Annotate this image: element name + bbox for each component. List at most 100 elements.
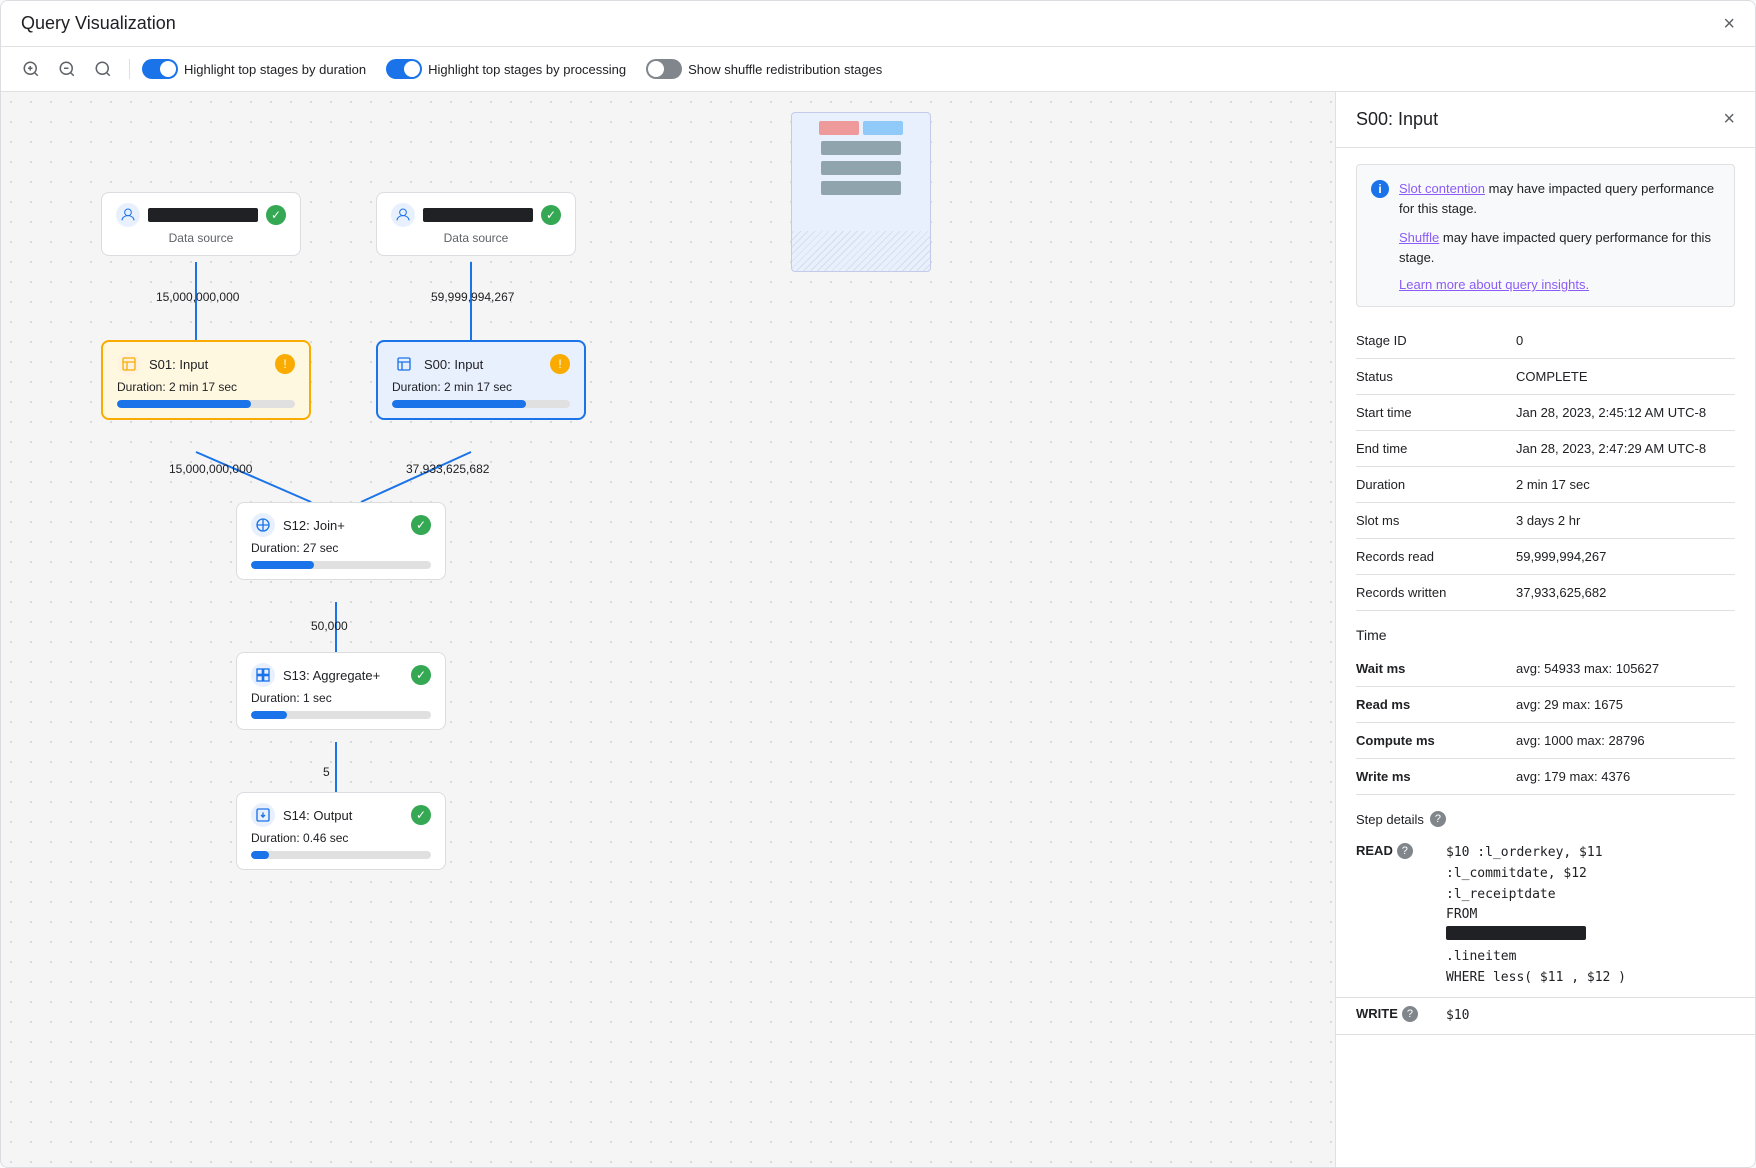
main-content: 15,000,000,000 59,999,994,267 15,000,000… bbox=[1, 92, 1755, 1167]
zoom-in-button[interactable] bbox=[17, 55, 45, 83]
window-title: Query Visualization bbox=[21, 13, 176, 34]
detail-label-duration: Duration bbox=[1356, 477, 1516, 492]
s00-duration: Duration: 2 min 17 sec bbox=[392, 380, 570, 394]
s00-progress-fill bbox=[392, 400, 526, 408]
datasource-2-name bbox=[423, 208, 533, 222]
step-read-help-icon[interactable]: ? bbox=[1397, 843, 1413, 859]
detail-label-status: Status bbox=[1356, 369, 1516, 384]
step-read-text: READ bbox=[1356, 843, 1393, 858]
info-spacer-2 bbox=[1371, 277, 1389, 292]
toggle-processing-label: Highlight top stages by processing bbox=[428, 62, 626, 77]
toggle-shuffle-label: Show shuffle redistribution stages bbox=[688, 62, 882, 77]
panel-close-button[interactable]: × bbox=[1723, 108, 1735, 131]
step-write-help-icon[interactable]: ? bbox=[1402, 1006, 1418, 1022]
s12-status-icon: ✓ bbox=[411, 515, 431, 535]
toggle-shuffle-switch[interactable] bbox=[646, 59, 682, 79]
node-s14-header: S14: Output ✓ bbox=[251, 803, 431, 827]
edge-label-ds1: 15,000,000,000 bbox=[156, 290, 239, 304]
s13-progress-fill bbox=[251, 711, 287, 719]
detail-slot-ms: Slot ms 3 days 2 hr bbox=[1356, 503, 1735, 539]
s12-progress-fill bbox=[251, 561, 314, 569]
detail-value-end: Jan 28, 2023, 2:47:29 AM UTC-8 bbox=[1516, 441, 1735, 456]
datasource-icon-1 bbox=[116, 203, 140, 227]
detail-records-written: Records written 37,933,625,682 bbox=[1356, 575, 1735, 611]
detail-stage-id: Stage ID 0 bbox=[1356, 323, 1735, 359]
s12-duration: Duration: 27 sec bbox=[251, 541, 431, 555]
node-datasource-1[interactable]: ✓ Data source bbox=[101, 192, 301, 256]
datasource-1-label: Data source bbox=[116, 231, 286, 245]
info-spacer bbox=[1371, 228, 1389, 267]
toolbar-divider bbox=[129, 59, 130, 79]
step-details-help-icon[interactable]: ? bbox=[1430, 811, 1446, 827]
s14-duration: Duration: 0.46 sec bbox=[251, 831, 431, 845]
time-section: Wait ms avg: 54933 max: 105627 Read ms a… bbox=[1336, 651, 1755, 795]
detail-value-read: avg: 29 max: 1675 bbox=[1516, 697, 1735, 712]
window-close-button[interactable]: × bbox=[1723, 14, 1735, 34]
info-text-1: Slot contention may have impacted query … bbox=[1399, 179, 1720, 218]
s01-title: S01: Input bbox=[149, 357, 267, 372]
info-row-3: Learn more about query insights. bbox=[1371, 277, 1720, 292]
s13-icon bbox=[251, 663, 275, 687]
info-icon-1: i bbox=[1371, 180, 1389, 198]
s12-icon bbox=[251, 513, 275, 537]
mini-map bbox=[791, 112, 931, 272]
datasource-icon-2 bbox=[391, 203, 415, 227]
s00-status-icon: ! bbox=[550, 354, 570, 374]
toggle-processing[interactable]: ✓ Highlight top stages by processing bbox=[386, 59, 626, 79]
s12-title: S12: Join+ bbox=[283, 518, 403, 533]
shuffle-link[interactable]: Shuffle bbox=[1399, 230, 1439, 245]
s13-title: S13: Aggregate+ bbox=[283, 668, 403, 683]
app-window: Query Visualization × ✓ Highlight top st… bbox=[0, 0, 1756, 1168]
datasource-1-name bbox=[148, 208, 258, 222]
slot-contention-link[interactable]: Slot contention bbox=[1399, 181, 1485, 196]
toggle-shuffle[interactable]: Show shuffle redistribution stages bbox=[646, 59, 882, 79]
s13-status-icon: ✓ bbox=[411, 665, 431, 685]
datasource-2-status-icon: ✓ bbox=[541, 205, 561, 225]
detail-label-records-written: Records written bbox=[1356, 585, 1516, 600]
step-write-row: WRITE ? $10 bbox=[1336, 998, 1755, 1036]
right-panel: S00: Input × i Slot contention may have … bbox=[1335, 92, 1755, 1167]
node-s13-header: S13: Aggregate+ ✓ bbox=[251, 663, 431, 687]
s01-duration: Duration: 2 min 17 sec bbox=[117, 380, 295, 394]
detail-label-write: Write ms bbox=[1356, 769, 1516, 784]
datasource-2-label: Data source bbox=[391, 231, 561, 245]
zoom-out-button[interactable] bbox=[53, 55, 81, 83]
toggle-duration[interactable]: ✓ Highlight top stages by duration bbox=[142, 59, 366, 79]
step-write-text: WRITE bbox=[1356, 1006, 1398, 1021]
s14-icon bbox=[251, 803, 275, 827]
detail-value-slot-ms: 3 days 2 hr bbox=[1516, 513, 1735, 528]
s14-progress-fill bbox=[251, 851, 269, 859]
zoom-reset-button[interactable] bbox=[89, 55, 117, 83]
node-s13[interactable]: S13: Aggregate+ ✓ Duration: 1 sec bbox=[236, 652, 446, 730]
step-read-row: READ ? $10 :l_orderkey, $11:l_commitdate… bbox=[1336, 835, 1755, 998]
s14-progress-bar bbox=[251, 851, 431, 859]
node-datasource-2-header: ✓ bbox=[391, 203, 561, 227]
learn-more-link[interactable]: Learn more about query insights. bbox=[1399, 277, 1589, 292]
edge-label-s01-out: 15,000,000,000 bbox=[169, 462, 252, 476]
toggle-duration-switch[interactable]: ✓ bbox=[142, 59, 178, 79]
detail-label-stage-id: Stage ID bbox=[1356, 333, 1516, 348]
info-row-1: i Slot contention may have impacted quer… bbox=[1371, 179, 1720, 218]
node-s00-header: S00: Input ! bbox=[392, 352, 570, 376]
step-write-value: $10 bbox=[1446, 1006, 1469, 1027]
detail-value-start: Jan 28, 2023, 2:45:12 AM UTC-8 bbox=[1516, 405, 1735, 420]
info-row-2: Shuffle may have impacted query performa… bbox=[1371, 228, 1720, 267]
detail-value-duration: 2 min 17 sec bbox=[1516, 477, 1735, 492]
detail-write-ms: Write ms avg: 179 max: 4376 bbox=[1356, 759, 1735, 795]
node-s00[interactable]: S00: Input ! Duration: 2 min 17 sec bbox=[376, 340, 586, 420]
node-s14[interactable]: S14: Output ✓ Duration: 0.46 sec bbox=[236, 792, 446, 870]
s01-status-icon: ! bbox=[275, 354, 295, 374]
canvas-area[interactable]: 15,000,000,000 59,999,994,267 15,000,000… bbox=[1, 92, 1335, 1167]
node-datasource-1-header: ✓ bbox=[116, 203, 286, 227]
detail-label-start: Start time bbox=[1356, 405, 1516, 420]
node-s12[interactable]: S12: Join+ ✓ Duration: 27 sec bbox=[236, 502, 446, 580]
s00-title: S00: Input bbox=[424, 357, 542, 372]
node-s01[interactable]: S01: Input ! Duration: 2 min 17 sec bbox=[101, 340, 311, 420]
detail-label-slot-ms: Slot ms bbox=[1356, 513, 1516, 528]
detail-read-ms: Read ms avg: 29 max: 1675 bbox=[1356, 687, 1735, 723]
detail-status: Status COMPLETE bbox=[1356, 359, 1735, 395]
detail-label-end: End time bbox=[1356, 441, 1516, 456]
node-datasource-2[interactable]: ✓ Data source bbox=[376, 192, 576, 256]
toggle-processing-switch[interactable]: ✓ bbox=[386, 59, 422, 79]
s13-progress-bar bbox=[251, 711, 431, 719]
